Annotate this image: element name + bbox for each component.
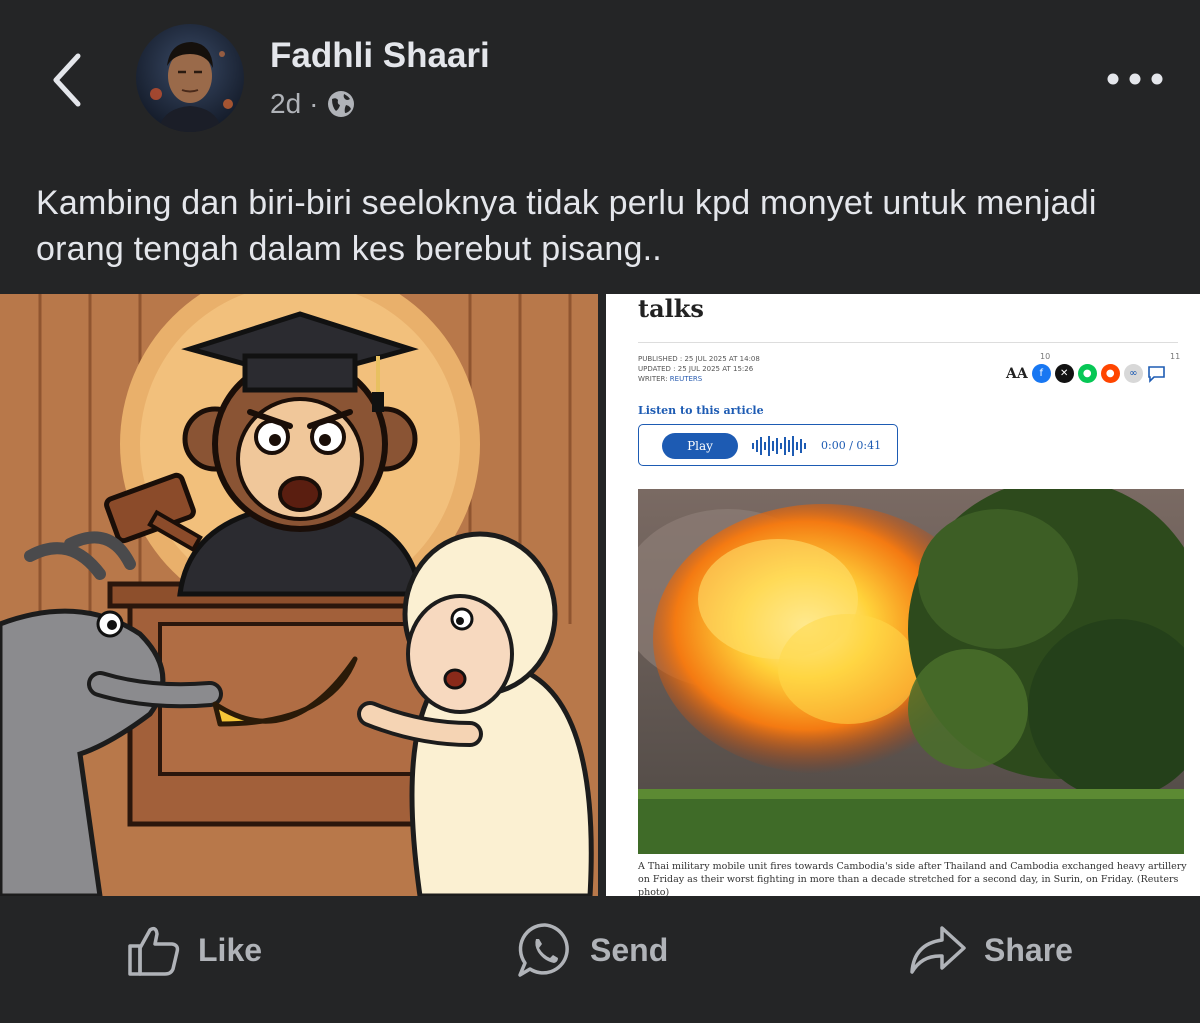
send-label: Send [590, 931, 669, 968]
listen-label: Listen to this article [638, 404, 764, 417]
writer-label: WRITER: [638, 375, 668, 383]
avatar[interactable] [136, 24, 244, 132]
link-icon[interactable]: ∞ [1123, 364, 1143, 383]
article-title: talks [638, 294, 704, 323]
send-button[interactable]: Send [516, 920, 668, 980]
writer-name[interactable]: REUTERS [670, 375, 702, 383]
line-icon[interactable]: ● [1077, 364, 1097, 383]
comment-icon[interactable] [1147, 364, 1166, 383]
article-dates: PUBLISHED : 25 JUL 2025 AT 14:08 UPDATED… [638, 354, 760, 384]
text-size-button[interactable]: AA [1006, 366, 1028, 382]
fire-photo [638, 489, 1184, 854]
reddit-icon[interactable]: ● [1100, 364, 1120, 383]
back-button[interactable] [40, 48, 96, 112]
writer-line: WRITER: REUTERS [638, 374, 760, 384]
share-button[interactable]: Share [908, 920, 1073, 980]
article-screenshot[interactable]: talks PUBLISHED : 25 JUL 2025 AT 14:08 U… [606, 294, 1200, 896]
courtroom-cartoon [0, 264, 598, 899]
post-caption: Kambing dan biri-biri seeloknya tidak pe… [36, 184, 1097, 268]
avatar-image [136, 24, 244, 132]
post-media[interactable]: talks PUBLISHED : 25 JUL 2025 AT 14:08 U… [0, 264, 1200, 899]
article-share-icons: AA f ✕ ● ● ∞ [1006, 364, 1166, 383]
audio-time: 0:00 / 0:41 [821, 439, 882, 452]
post-meta: 2d · [270, 88, 356, 120]
share-label: Share [984, 931, 1073, 968]
audio-player: Play 0:00 / 0:41 [638, 424, 898, 466]
share-arrow-icon [910, 926, 966, 974]
meta-separator: · [309, 88, 319, 119]
cartoon-image[interactable] [0, 264, 598, 899]
more-icon [1107, 73, 1163, 85]
image-divider [598, 294, 606, 896]
updated-date: UPDATED : 25 JUL 2025 AT 15:26 [638, 365, 754, 373]
published-date: PUBLISHED : 25 JUL 2025 AT 14:08 [638, 355, 760, 363]
waveform-icon [752, 436, 806, 456]
chevron-left-icon [53, 53, 81, 107]
article-rule [638, 342, 1178, 343]
x-icon[interactable]: ✕ [1054, 364, 1074, 383]
like-label: Like [198, 931, 263, 968]
post-header: Fadhli Shaari 2d · [0, 0, 1200, 160]
photo-caption: A Thai military mobile unit fires toward… [638, 861, 1187, 896]
like-button[interactable]: Like [126, 920, 262, 980]
share-count: 10 [1040, 352, 1051, 361]
thumbs-up-icon [128, 926, 180, 976]
post-time[interactable]: 2d [270, 88, 301, 120]
play-button[interactable]: Play [662, 433, 738, 459]
article-photo[interactable] [638, 489, 1184, 854]
whatsapp-icon [518, 923, 569, 977]
author-name[interactable]: Fadhli Shaari [270, 36, 490, 76]
more-options-button[interactable] [1100, 62, 1170, 96]
action-bar: Like Send Share [0, 896, 1200, 1023]
facebook-icon[interactable]: f [1031, 364, 1051, 383]
comment-count: 11 [1170, 352, 1181, 361]
globe-icon [328, 91, 355, 117]
